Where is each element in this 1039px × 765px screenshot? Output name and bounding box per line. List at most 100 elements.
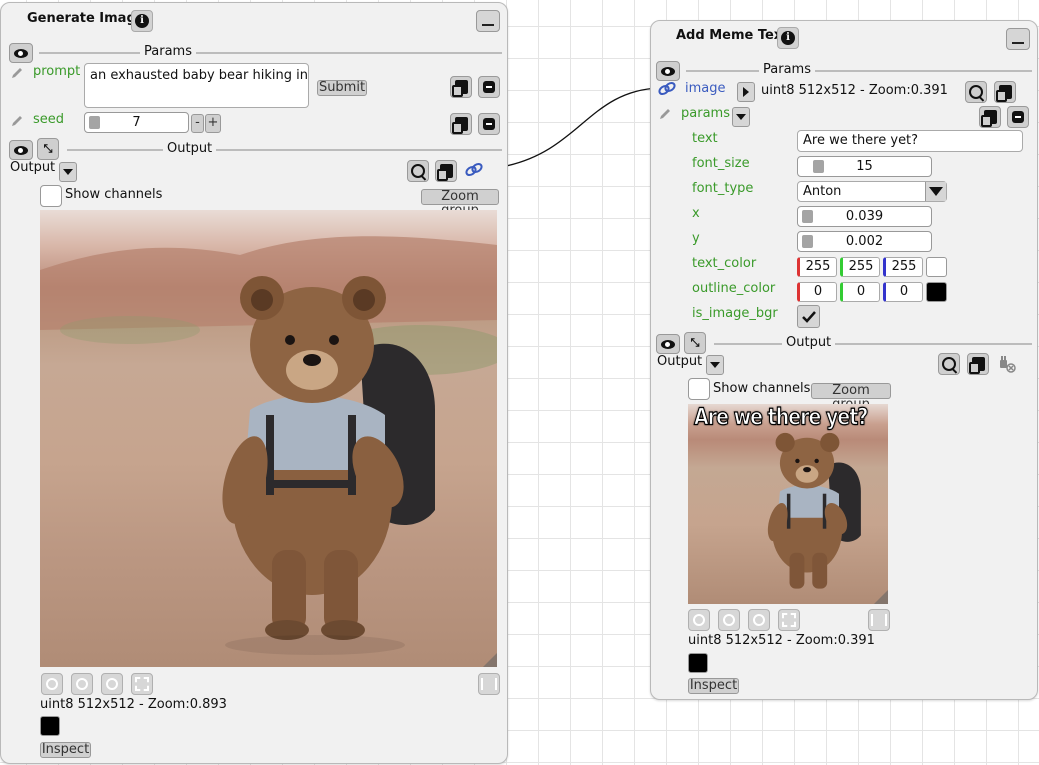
prompt-text: an exhausted baby bear hiking in the [90,68,308,83]
generate-image-node[interactable]: Generate Image i Params prompt an exhaus… [0,2,508,764]
toggle-output-visibility-button[interactable] [9,140,33,160]
info-icon: i [781,31,795,45]
outline-color-g-input[interactable]: 0 [840,282,880,302]
zoom-reset-button[interactable] [748,609,770,631]
outline-color-swatch[interactable] [926,282,947,302]
slider-grab[interactable] [89,116,100,129]
expand-image-button[interactable] [737,82,755,102]
zoom-button[interactable] [938,353,960,375]
zoom-out-icon [723,614,735,626]
settings-sliders-button[interactable] [478,673,500,695]
expand-params-button[interactable] [732,107,750,127]
resize-handle[interactable] [483,653,497,667]
outline-color-b-input[interactable]: 0 [883,282,923,302]
info-button[interactable]: i [777,27,799,49]
output-dropdown-label: Output [657,354,703,369]
submit-button[interactable]: Submit [317,80,367,96]
zoom-in-button[interactable] [41,673,63,695]
slider-grab[interactable] [802,210,813,223]
zoom-button[interactable] [407,160,429,182]
output-image[interactable] [40,210,497,667]
font-type-dropdown-button[interactable] [925,182,946,201]
show-channels-checkbox[interactable] [688,378,710,400]
slider-grab[interactable] [802,235,813,248]
collapse-output-button[interactable]: ⤡ [37,138,59,160]
zoom-out-button[interactable] [71,673,93,695]
link-icon[interactable] [464,162,484,178]
copy-output-button[interactable] [967,353,989,375]
magnifier-icon [411,164,425,178]
fullscreen-button[interactable] [778,609,800,631]
text-color-r-input[interactable]: 255 [797,257,837,277]
output-image[interactable]: Are we there yet? [688,404,888,604]
zoom-group-button[interactable]: Zoom group [421,189,499,218]
node-title: Add Meme Text [676,28,789,43]
inspect-button[interactable]: Inspect [40,742,91,758]
minimize-button[interactable] [476,10,500,32]
seed-slider[interactable]: 7 [84,112,189,133]
delete-params-button[interactable] [1007,106,1029,128]
font-size-label: font_size [692,156,750,171]
copy-image-button[interactable] [994,81,1016,103]
collapse-icon: ⤡ [43,142,53,155]
outline-color-label: outline_color [692,281,776,296]
zoom-in-button[interactable] [688,609,710,631]
copy-output-button[interactable] [435,160,457,182]
zoom-image-button[interactable] [965,81,987,103]
minus-square-icon [1012,111,1024,123]
link-icon[interactable] [657,81,677,97]
text-input[interactable]: Are we there yet? [797,130,1023,152]
show-channels-checkbox[interactable] [40,185,62,207]
x-value: 0.039 [845,209,884,224]
is-image-bgr-checkbox[interactable] [797,305,820,328]
image-info: uint8 512x512 - Zoom:0.893 [40,697,227,712]
copy-icon [451,80,468,97]
text-color-g-input[interactable]: 255 [840,257,880,277]
text-color-swatch[interactable] [926,257,947,277]
chevron-down-icon [736,114,746,120]
slider-grab[interactable] [813,160,824,173]
font-size-slider[interactable]: 15 [797,156,932,177]
output-dropdown-button[interactable] [706,355,724,375]
image-param-label: image [685,81,726,96]
toggle-visibility-button[interactable] [656,61,680,81]
output-dropdown-button[interactable] [59,162,77,182]
toggle-visibility-button[interactable] [9,43,33,63]
fullscreen-button[interactable] [131,673,153,695]
info-button[interactable]: i [131,10,153,32]
seed-increment-button[interactable]: + [205,114,221,133]
zoom-reset-button[interactable] [101,673,123,695]
sliders-icon [481,678,497,690]
bear-illustration [40,236,497,655]
delete-seed-button[interactable] [478,113,500,135]
show-channels-label: Show channels [65,187,163,202]
zoom-out-icon [76,678,88,690]
resize-handle[interactable] [874,590,888,604]
minimize-button[interactable] [1006,28,1030,50]
zoom-group-button[interactable]: Zoom group [811,383,891,412]
params-label: Params [140,44,196,59]
fullscreen-icon [782,613,796,627]
settings-sliders-button[interactable] [868,609,890,631]
checkmark-icon [801,310,816,323]
x-slider[interactable]: 0.039 [797,206,932,227]
delete-prompt-button[interactable] [478,76,500,98]
output-separator [714,343,1032,345]
collapse-output-button[interactable]: ⤡ [684,332,706,354]
params-separator [686,70,1032,72]
copy-params-button[interactable] [979,106,1001,128]
copy-seed-button[interactable] [450,113,472,135]
add-meme-text-node[interactable]: Add Meme Text i Params image uint8 512x5… [650,20,1038,700]
outline-color-r-input[interactable]: 0 [797,282,837,302]
y-slider[interactable]: 0.002 [797,231,932,252]
seed-decrement-button[interactable]: - [191,114,204,133]
toggle-output-visibility-button[interactable] [656,334,680,354]
text-color-b-input[interactable]: 255 [883,257,923,277]
zoom-out-button[interactable] [718,609,740,631]
is-image-bgr-label: is_image_bgr [692,306,778,321]
inspect-button[interactable]: Inspect [688,678,739,694]
prompt-textarea[interactable]: an exhausted baby bear hiking in the [84,63,309,108]
copy-prompt-button[interactable] [450,76,472,98]
zoom-reset-icon [106,678,118,690]
plug-disconnected-icon[interactable] [997,355,1017,373]
